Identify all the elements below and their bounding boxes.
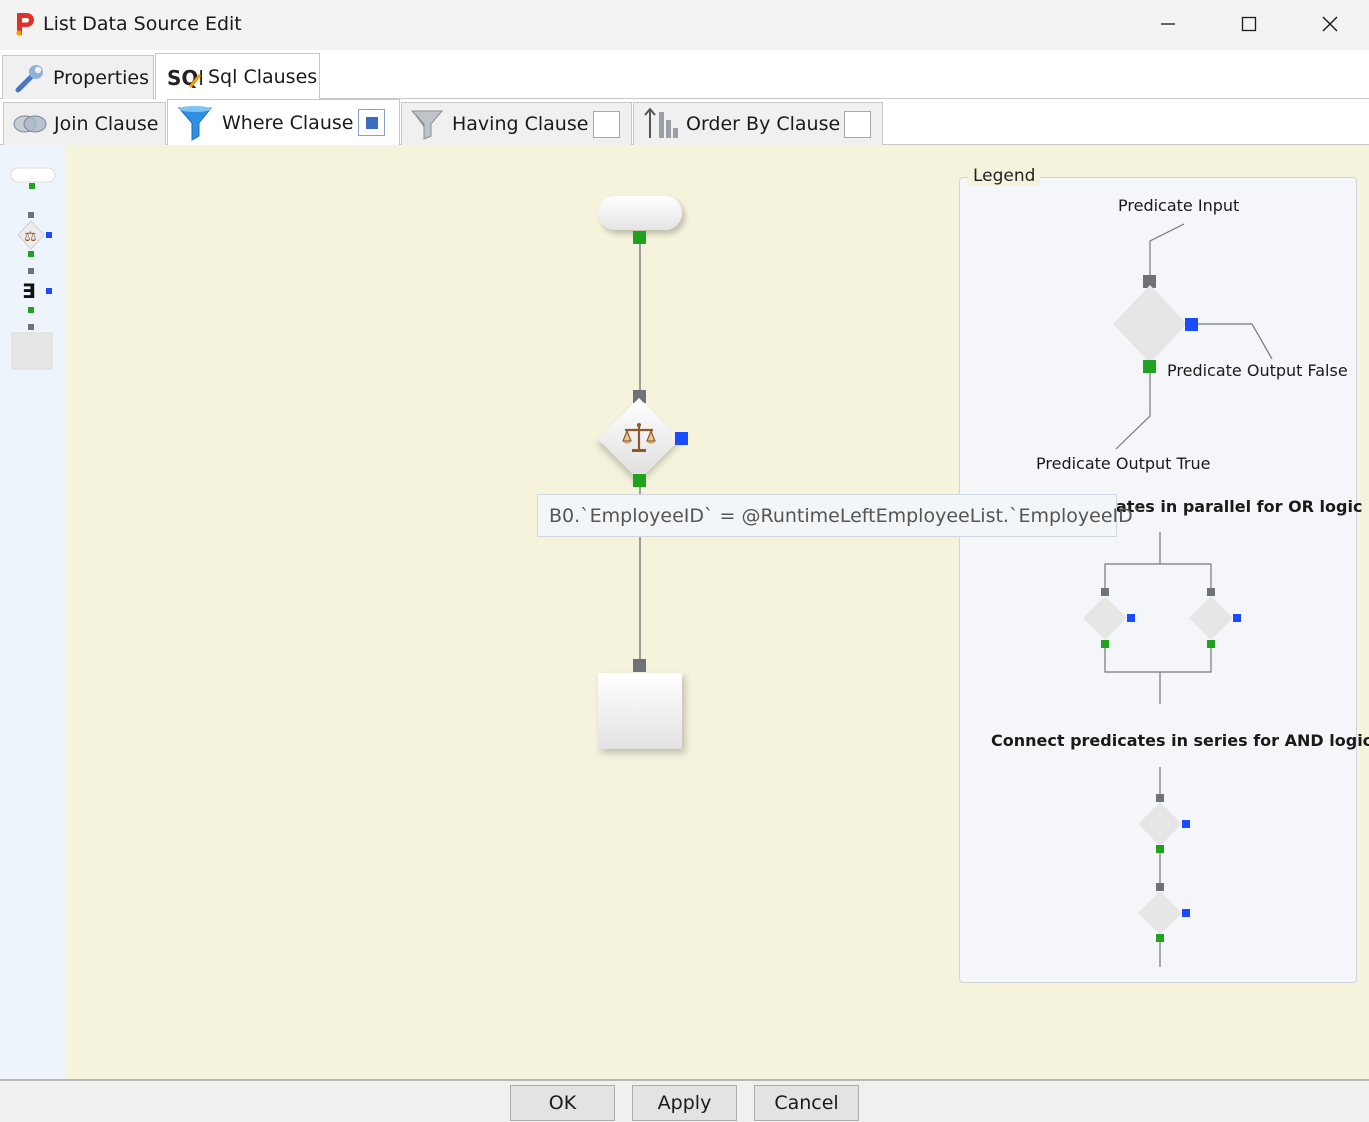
svg-text:∃: ∃ <box>22 279 36 303</box>
predicate-false-port[interactable] <box>675 432 688 445</box>
legend-diagram <box>1083 223 1273 967</box>
funnel-icon <box>177 105 213 141</box>
close-icon <box>1322 16 1338 32</box>
palette-predicate-node[interactable]: ⚖ <box>17 212 52 257</box>
minimize-button[interactable] <box>1128 0 1208 48</box>
sql-icon: SQL <box>167 66 202 90</box>
where-clause-enabled-checkbox[interactable] <box>358 109 385 136</box>
tab-sql-clauses[interactable]: SQL Sql Clauses <box>155 53 320 100</box>
connector-start-to-predicate <box>639 243 641 391</box>
tab-join-clause[interactable]: Join Clause <box>3 102 166 145</box>
tab-having-clause[interactable]: Having Clause <box>401 102 632 145</box>
join-icon <box>13 115 47 133</box>
predicate-true-port[interactable] <box>633 474 646 487</box>
palette-items: ⚖ ∃ <box>10 167 56 370</box>
maximize-icon <box>1241 16 1257 32</box>
apply-button[interactable]: Apply <box>632 1085 737 1121</box>
tab-order-by-clause[interactable]: Order By Clause <box>633 102 883 145</box>
tab-order-by-clause-label: Order By Clause <box>686 113 841 135</box>
close-button[interactable] <box>1290 0 1369 48</box>
legend-predicate-output-false: Predicate Output False <box>1167 361 1348 380</box>
start-node[interactable] <box>598 196 682 230</box>
svg-text:⚖: ⚖ <box>24 229 37 245</box>
node-palette: ⚖ ∃ <box>0 145 66 1079</box>
palette-exists-node[interactable]: ∃ <box>22 268 52 313</box>
tab-join-clause-label: Join Clause <box>54 113 159 135</box>
palette-end-node[interactable] <box>11 324 53 370</box>
minimize-icon <box>1161 23 1175 25</box>
legend-title: Legend <box>968 166 1041 186</box>
app-logo-icon <box>16 13 34 36</box>
inner-tab-bar: Join Clause Where Clause Having Clause O… <box>0 99 1369 146</box>
start-output-port[interactable] <box>633 231 646 244</box>
wrench-icon <box>15 64 43 92</box>
having-clause-enabled-checkbox[interactable] <box>593 111 620 138</box>
tab-having-clause-label: Having Clause <box>452 113 589 135</box>
legend-predicate-output-true: Predicate Output True <box>1036 454 1211 473</box>
tab-properties-label: Properties <box>53 66 150 89</box>
tab-where-clause-label: Where Clause <box>222 111 354 134</box>
end-input-port[interactable] <box>633 659 646 672</box>
legend-predicate-input: Predicate Input <box>1118 196 1240 215</box>
order-by-clause-enabled-checkbox[interactable] <box>844 111 871 138</box>
sort-icon <box>644 107 678 138</box>
funnel-gray-icon <box>410 110 444 140</box>
window-title: List Data Source Edit <box>43 13 242 35</box>
maximize-button[interactable] <box>1209 0 1289 48</box>
palette-start-node[interactable] <box>10 167 56 189</box>
title-bar: List Data Source Edit <box>0 0 1369 50</box>
cancel-button[interactable]: Cancel <box>754 1085 859 1121</box>
tab-properties[interactable]: Properties <box>2 55 154 99</box>
predicate-tooltip: B0.`EmployeeID` = @RuntimeLeftEmployeeLi… <box>537 494 1142 537</box>
balance-scale-icon <box>622 423 656 452</box>
tab-where-clause[interactable]: Where Clause <box>167 99 400 146</box>
legend-and-logic: Connect predicates in series for AND log… <box>991 731 1369 750</box>
outer-tab-bar: Properties SQL Sql Clauses <box>0 50 1369 100</box>
tab-sql-clauses-label: Sql Clauses <box>208 66 318 88</box>
ok-button[interactable]: OK <box>510 1085 615 1121</box>
end-node[interactable] <box>598 673 682 749</box>
list-data-source-edit-window: List Data Source Edit Properties SQL Sql <box>0 0 1369 1122</box>
legend-or-logic: ates in parallel for OR logic <box>1116 497 1363 516</box>
